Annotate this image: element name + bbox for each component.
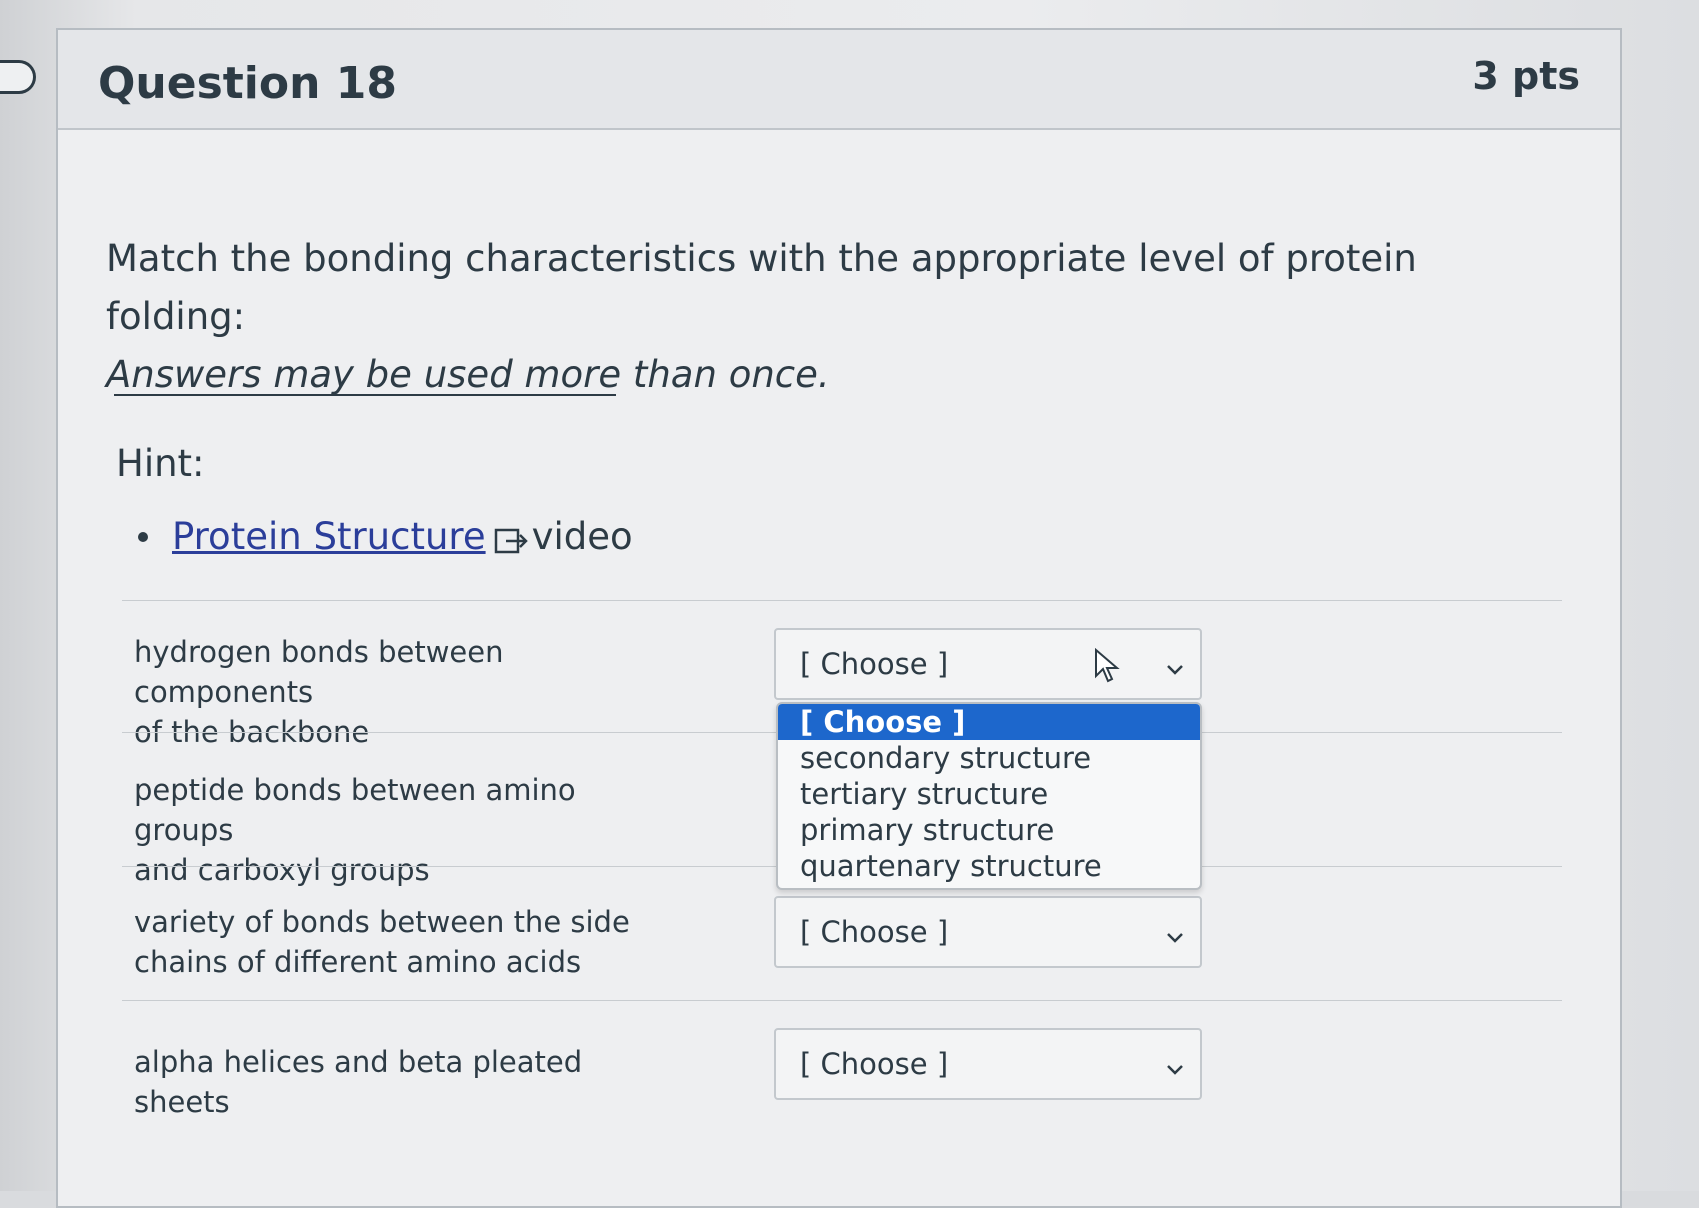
- row-divider: [122, 600, 1562, 601]
- match-label-2: peptide bonds between amino groups and c…: [134, 773, 576, 887]
- hint-label: Hint:: [116, 442, 205, 485]
- dropdown-option-tertiary[interactable]: tertiary structure: [778, 776, 1200, 812]
- page: Question 18 3 pts Match the bonding char…: [0, 0, 1699, 1208]
- divider: [114, 394, 616, 396]
- chevron-down-icon: [1164, 922, 1186, 944]
- hint-link-suffix: video: [531, 515, 633, 558]
- answer-select-1[interactable]: [ Choose ]: [774, 628, 1202, 700]
- question-header: Question 18 3 pts: [58, 30, 1620, 130]
- chevron-down-icon: [1164, 654, 1186, 676]
- hint-list: Protein Structure video: [138, 515, 633, 558]
- question-points: 3 pts: [1472, 54, 1580, 98]
- dropdown-option-quartenary[interactable]: quartenary structure: [778, 848, 1200, 884]
- external-link-icon[interactable]: [494, 522, 530, 553]
- answer-select-4[interactable]: [ Choose ]: [774, 1028, 1202, 1100]
- protein-structure-link[interactable]: Protein Structure: [172, 515, 486, 558]
- match-label-1: hydrogen bonds between components of the…: [134, 635, 504, 749]
- answer-dropdown-list[interactable]: [ Choose ] secondary structure tertiary …: [776, 702, 1202, 890]
- question-title: Question 18: [98, 58, 397, 109]
- dropdown-option-secondary[interactable]: secondary structure: [778, 740, 1200, 776]
- answer-select-3[interactable]: [ Choose ]: [774, 896, 1202, 968]
- select-value-3: [ Choose ]: [800, 915, 949, 949]
- hint-item: Protein Structure video: [138, 515, 633, 558]
- question-flag-icon[interactable]: [0, 60, 36, 94]
- question-card: Question 18 3 pts Match the bonding char…: [56, 28, 1622, 1208]
- question-prompt: Match the bonding characteristics with t…: [106, 230, 1546, 404]
- chevron-down-icon: [1164, 1054, 1186, 1076]
- dropdown-option-choose[interactable]: [ Choose ]: [778, 704, 1200, 740]
- dropdown-option-primary[interactable]: primary structure: [778, 812, 1200, 848]
- mouse-cursor-icon: [1094, 647, 1120, 684]
- bullet: [138, 531, 148, 542]
- match-label-4: alpha helices and beta pleated sheets: [134, 1045, 583, 1119]
- prompt-text: Match the bonding characteristics with t…: [106, 237, 1417, 338]
- select-value-4: [ Choose ]: [800, 1047, 949, 1081]
- select-value-1: [ Choose ]: [800, 647, 949, 681]
- match-label-3: variety of bonds between the side chains…: [134, 905, 630, 979]
- row-divider: [122, 1000, 1562, 1001]
